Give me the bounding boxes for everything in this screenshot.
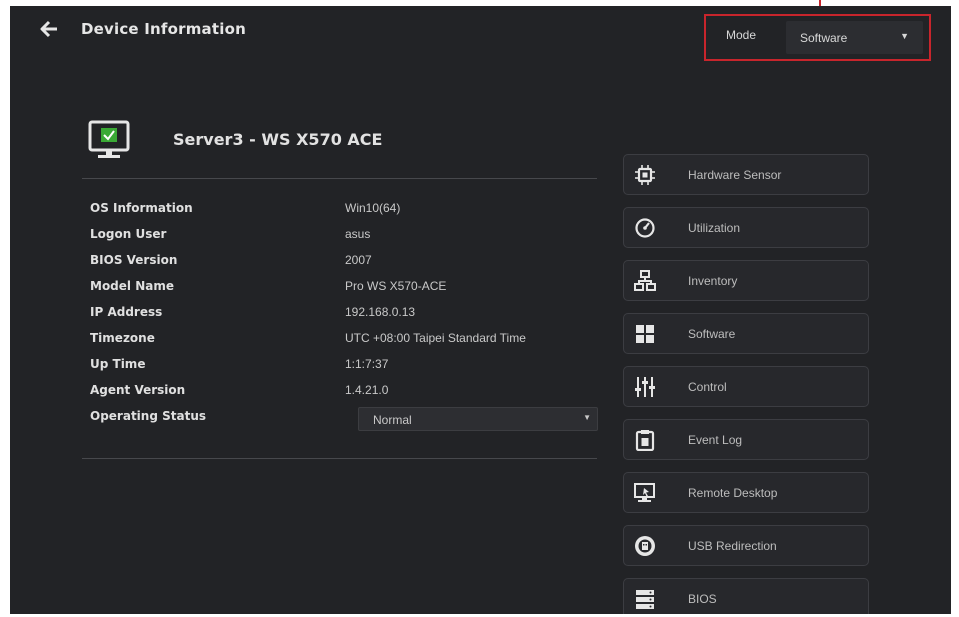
- mode-label: Mode: [726, 28, 757, 42]
- server-stack-icon: [634, 588, 656, 610]
- info-value: 2007: [345, 253, 372, 267]
- grid-icon: [634, 323, 656, 345]
- mode-panel: Mode Software ▼: [704, 14, 931, 61]
- menu-item-software[interactable]: Software: [623, 313, 869, 354]
- info-value: asus: [345, 227, 371, 241]
- app-window: Device Information Mode Software ▼ Serve…: [10, 6, 951, 614]
- info-value: 192.168.0.13: [345, 305, 416, 319]
- caret-down-icon: ▼: [900, 31, 909, 41]
- device-info-table: OS Information Win10(64) Logon User asus…: [90, 199, 605, 433]
- sliders-icon: [634, 376, 656, 398]
- menu-item-label: Event Log: [688, 433, 743, 447]
- menu-item-label: BIOS: [688, 592, 717, 606]
- monitor-check-icon: [88, 118, 132, 162]
- hierarchy-icon: [634, 270, 656, 292]
- menu-item-label: Software: [688, 327, 736, 341]
- info-key: Operating Status: [90, 409, 207, 423]
- operating-status-dropdown[interactable]: Normal ▼: [358, 407, 598, 431]
- info-value: Pro WS X570-ACE: [345, 279, 447, 293]
- page-title: Device Information: [81, 20, 246, 38]
- info-key: Up Time: [90, 357, 146, 371]
- info-key: Timezone: [90, 331, 155, 345]
- menu-item-label: USB Redirection: [688, 539, 777, 553]
- info-value: UTC +08:00 Taipei Standard Time: [345, 331, 526, 345]
- menu-item-event-log[interactable]: Event Log: [623, 419, 869, 460]
- info-row: Up Time 1:1:7:37: [90, 355, 605, 381]
- info-key: OS Information: [90, 201, 193, 215]
- caret-down-icon: ▼: [583, 413, 591, 422]
- usb-icon: [634, 535, 656, 557]
- info-row: Logon User asus: [90, 225, 605, 251]
- info-key: Model Name: [90, 279, 174, 293]
- menu-item-remote-desktop[interactable]: Remote Desktop: [623, 472, 869, 513]
- menu-item-label: Hardware Sensor: [688, 168, 782, 182]
- info-value: 1.4.21.0: [345, 383, 389, 397]
- mode-dropdown[interactable]: Software ▼: [786, 21, 923, 54]
- info-value: Win10(64): [345, 201, 401, 215]
- menu-item-control[interactable]: Control: [623, 366, 869, 407]
- menu-item-label: Control: [688, 380, 727, 394]
- menu-item-hardware-sensor[interactable]: Hardware Sensor: [623, 154, 869, 195]
- info-key: Logon User: [90, 227, 167, 241]
- info-row: OS Information Win10(64): [90, 199, 605, 225]
- divider: [82, 458, 597, 459]
- info-key: IP Address: [90, 305, 163, 319]
- info-key: BIOS Version: [90, 253, 178, 267]
- device-name: Server3 - WS X570 ACE: [173, 130, 383, 149]
- menu-item-inventory[interactable]: Inventory: [623, 260, 869, 301]
- info-row: Model Name Pro WS X570-ACE: [90, 277, 605, 303]
- info-value: 1:1:7:37: [345, 357, 389, 371]
- menu-item-label: Utilization: [688, 221, 741, 235]
- mode-selected-value: Software: [800, 31, 848, 45]
- menu-item-label: Remote Desktop: [688, 486, 778, 500]
- menu-item-label: Inventory: [688, 274, 738, 288]
- info-row-status: Operating Status Normal ▼: [90, 407, 605, 433]
- info-row: BIOS Version 2007: [90, 251, 605, 277]
- info-key: Agent Version: [90, 383, 186, 397]
- arrow-left-icon[interactable]: [40, 20, 60, 38]
- status-selected-value: Normal: [373, 413, 412, 427]
- clipboard-icon: [634, 429, 656, 452]
- menu-item-utilization[interactable]: Utilization: [623, 207, 869, 248]
- info-row: IP Address 192.168.0.13: [90, 303, 605, 329]
- gauge-icon: [634, 217, 656, 239]
- chip-icon: [634, 164, 656, 186]
- info-row: Timezone UTC +08:00 Taipei Standard Time: [90, 329, 605, 355]
- info-row: Agent Version 1.4.21.0: [90, 381, 605, 407]
- menu-item-usb-redirection[interactable]: USB Redirection: [623, 525, 869, 566]
- divider: [82, 178, 597, 179]
- menu-item-bios[interactable]: BIOS: [623, 578, 869, 614]
- remote-desktop-icon: [634, 482, 656, 504]
